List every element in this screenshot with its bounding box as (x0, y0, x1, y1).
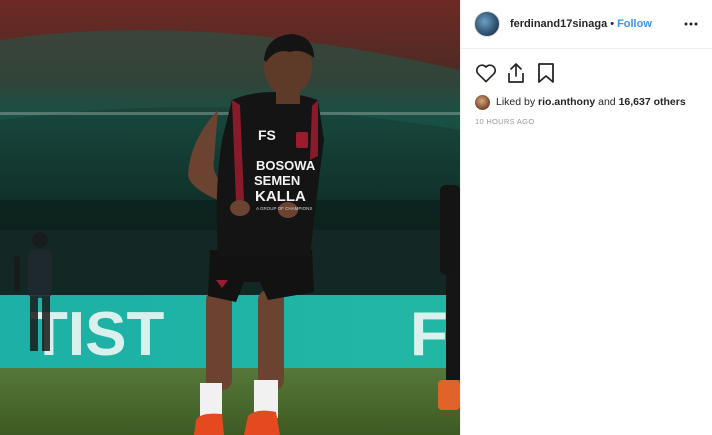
post-timestamp[interactable]: 10 HOURS AGO (461, 111, 712, 126)
ellipsis-icon[interactable] (682, 18, 700, 30)
likes-row: Liked by rio.anthony and 16,637 others (461, 93, 712, 111)
banner-text: TIST (30, 300, 164, 369)
sponsor-line-2: SEMEN (254, 173, 300, 188)
instagram-post: TIST F FS BOSOWA SEMEN KALLA A GROUP OF … (0, 0, 712, 435)
club-crest (296, 132, 308, 148)
separator-dot: • (610, 18, 615, 30)
action-bar (461, 53, 712, 93)
jersey-initials: FS (258, 127, 276, 143)
likes-text: Liked by rio.anthony and 16,637 others (496, 96, 686, 108)
avatar[interactable] (474, 11, 500, 37)
bookmark-icon[interactable] (533, 60, 559, 86)
follow-button[interactable]: Follow (617, 18, 652, 30)
post-sidebar: ferdinand17sinaga • Follow Liked by rio.… (460, 0, 712, 435)
likes-conjunction: and (598, 96, 616, 108)
sponsor-line-3: KALLA (255, 188, 306, 205)
sponsor-tagline: A GROUP OF CHAMPIONS (256, 206, 312, 211)
likes-prefix: Liked by (496, 96, 536, 108)
photo-scene: TIST F FS BOSOWA SEMEN KALLA A GROUP OF … (0, 0, 460, 435)
likes-count-link[interactable]: 16,637 others (619, 96, 686, 108)
sponsor-line-1: BOSOWA (256, 158, 316, 173)
banner-text-right: F (410, 300, 448, 369)
username-link[interactable]: ferdinand17sinaga (510, 18, 607, 30)
heart-icon[interactable] (473, 60, 499, 86)
post-header: ferdinand17sinaga • Follow (461, 0, 712, 49)
liker-avatar[interactable] (475, 94, 490, 110)
share-icon[interactable] (503, 60, 529, 86)
post-photo[interactable]: TIST F FS BOSOWA SEMEN KALLA A GROUP OF … (0, 0, 460, 435)
liker-username-link[interactable]: rio.anthony (538, 96, 595, 108)
